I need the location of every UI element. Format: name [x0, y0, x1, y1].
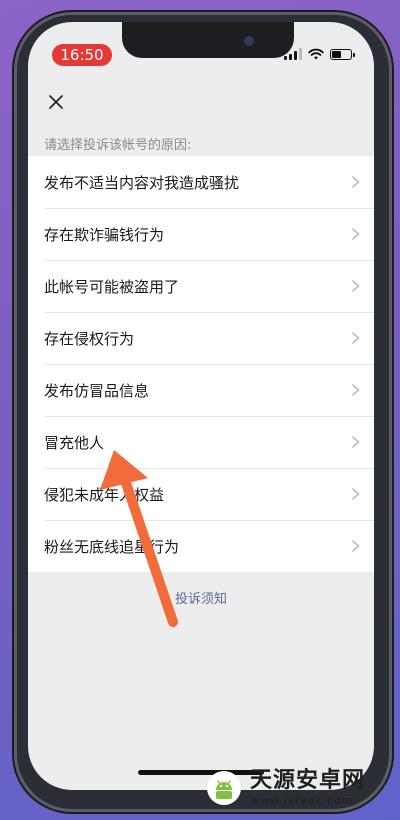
- battery-icon: [330, 48, 355, 60]
- reason-fraud[interactable]: 存在欺诈骗钱行为: [28, 208, 374, 260]
- chevron-right-icon: [351, 539, 360, 553]
- reason-label: 发布仿冒品信息: [44, 381, 150, 400]
- chevron-right-icon: [351, 487, 360, 501]
- reason-label: 侵犯未成年人权益: [44, 485, 165, 504]
- reason-fan-behavior[interactable]: 粉丝无底线追星行为: [28, 520, 374, 572]
- reason-label: 存在侵权行为: [44, 329, 135, 348]
- reason-harassment[interactable]: 发布不适当内容对我造成骚扰: [28, 156, 374, 208]
- status-indicators: [284, 48, 355, 60]
- notch: [122, 22, 294, 58]
- watermark-url: www.jytyaz.com: [250, 794, 354, 807]
- android-logo-icon: [207, 771, 241, 805]
- chevron-right-icon: [351, 175, 360, 189]
- reason-minor-rights[interactable]: 侵犯未成年人权益: [28, 468, 374, 520]
- watermark: 天源安卓网 www.jytyaz.com: [206, 768, 365, 808]
- front-camera: [244, 36, 254, 46]
- battery-level: [332, 50, 341, 58]
- chevron-right-icon: [351, 383, 360, 397]
- reason-label: 发布不适当内容对我造成骚扰: [44, 173, 240, 192]
- close-icon: [49, 95, 63, 109]
- screen: 16:50 请选择投诉该帐号的原因: 发布不适当内容对我造成骚扰 存在欺诈骗钱行…: [28, 22, 374, 790]
- reason-impersonation[interactable]: 冒充他人: [28, 416, 374, 468]
- status-time: 16:50: [52, 44, 112, 66]
- complaint-notice-link[interactable]: 投诉须知: [28, 588, 374, 607]
- signal-icon: [284, 48, 302, 60]
- chevron-right-icon: [351, 435, 360, 449]
- close-button[interactable]: [44, 90, 68, 114]
- reason-label: 冒充他人: [44, 433, 105, 452]
- reason-list: 发布不适当内容对我造成骚扰 存在欺诈骗钱行为 此帐号可能被盗用了 存在侵权行为 …: [28, 156, 374, 572]
- wifi-icon: [308, 48, 324, 60]
- chevron-right-icon: [351, 279, 360, 293]
- watermark-name: 天源安卓网: [250, 768, 366, 793]
- chevron-right-icon: [351, 227, 360, 241]
- reason-stolen-account[interactable]: 此帐号可能被盗用了: [28, 260, 374, 312]
- reason-infringement[interactable]: 存在侵权行为: [28, 312, 374, 364]
- reason-label: 粉丝无底线追星行为: [44, 537, 180, 556]
- chevron-right-icon: [351, 331, 360, 345]
- reason-label: 此帐号可能被盗用了: [44, 277, 180, 296]
- reason-hint: 请选择投诉该帐号的原因:: [44, 138, 192, 153]
- reason-label: 存在欺诈骗钱行为: [44, 225, 165, 244]
- reason-counterfeit[interactable]: 发布仿冒品信息: [28, 364, 374, 416]
